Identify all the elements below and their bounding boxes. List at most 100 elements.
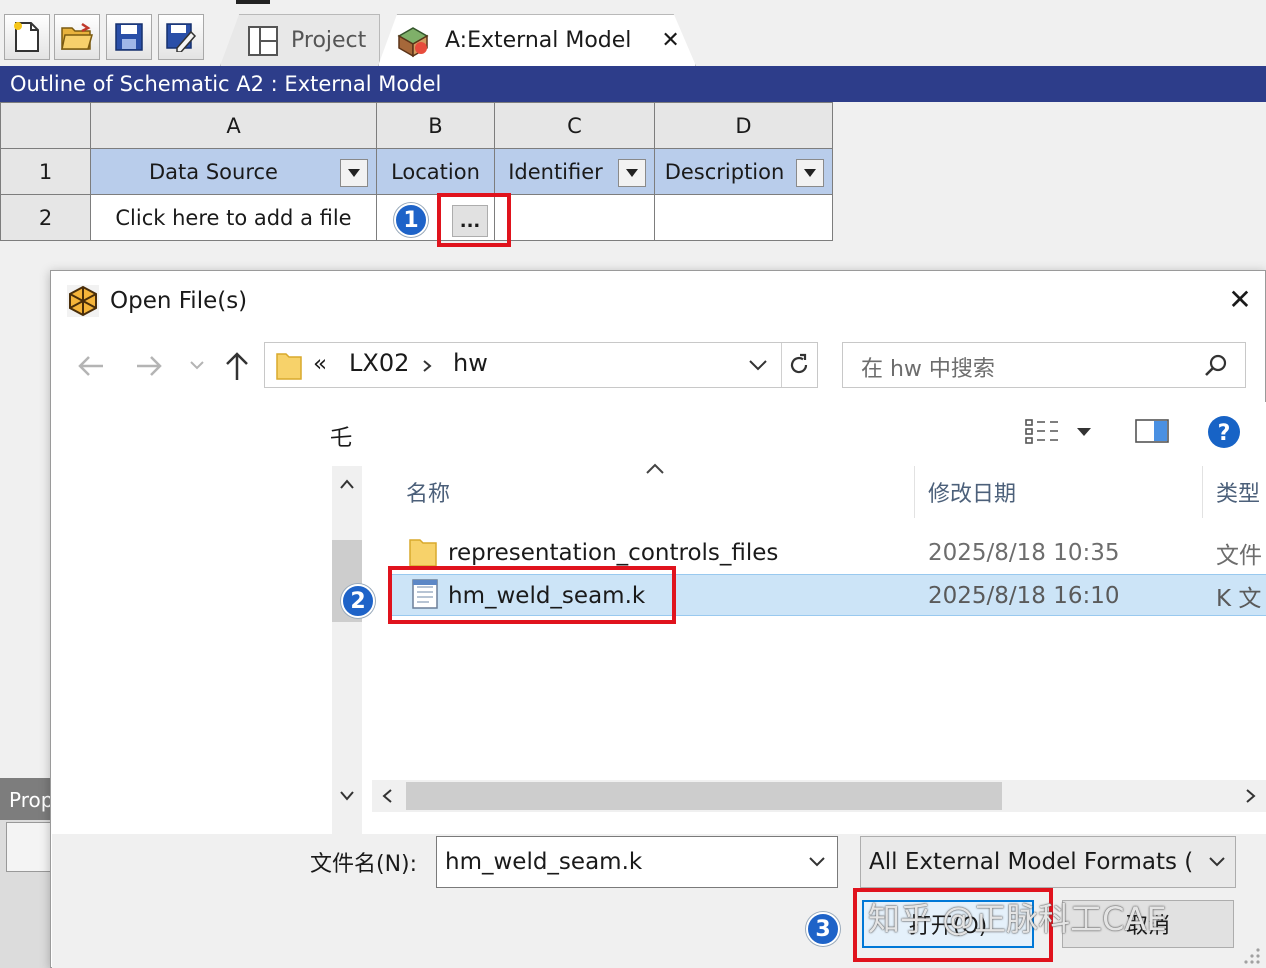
scroll-left-icon[interactable] <box>380 788 394 804</box>
view-details-icon[interactable] <box>1024 418 1060 446</box>
header-cell-data-source: Data Source <box>90 148 377 195</box>
refresh-icon[interactable] <box>786 352 812 378</box>
scroll-up-icon[interactable] <box>339 478 355 490</box>
search-icon[interactable] <box>1203 353 1229 379</box>
file-type: 文件 <box>1216 543 1262 569</box>
filetype-select[interactable]: All External Model Formats ( <box>860 836 1236 888</box>
folder-icon <box>409 539 437 567</box>
outline-title-bar: Outline of Schematic A2 : External Model <box>0 66 1266 102</box>
help-icon[interactable]: ? <box>1206 414 1242 450</box>
save-as-button[interactable] <box>158 14 204 60</box>
properties-panel: Prop <box>0 778 52 968</box>
dropdown-arrow-icon[interactable] <box>618 158 646 187</box>
close-tab-icon[interactable]: ✕ <box>661 28 679 53</box>
outline-title: Outline of Schematic A2 : External Model <box>10 72 442 96</box>
browse-button[interactable]: ... <box>452 205 488 237</box>
new-file-icon <box>14 22 39 52</box>
column-divider <box>1202 466 1203 518</box>
resize-grip-icon[interactable] <box>1240 944 1262 966</box>
nav-partial-label: 乇 <box>330 426 353 451</box>
column-header-name[interactable]: 名称 <box>406 466 914 518</box>
header-data-source: Data Source <box>149 159 278 184</box>
step-badge-2: 2 <box>341 584 375 618</box>
open-folder-icon <box>61 22 93 50</box>
forward-arrow-icon[interactable] <box>134 352 164 380</box>
tab-project-label: Project <box>291 28 367 53</box>
tab-external-model[interactable]: A:External Model ✕ <box>378 14 696 66</box>
breadcrumb-lx02[interactable]: LX02 <box>349 349 409 377</box>
identifier-cell <box>494 194 655 241</box>
svg-text:?: ? <box>1218 421 1231 446</box>
filetype-chevron-icon <box>1209 857 1225 867</box>
row-number: 2 <box>0 194 91 241</box>
navigation-pane[interactable] <box>52 402 332 834</box>
filename-value: hm_weld_seam.k <box>445 849 643 875</box>
properties-field <box>6 822 52 872</box>
properties-panel-title: Prop <box>0 778 52 820</box>
folder-icon <box>276 353 302 380</box>
column-header-b: B <box>376 102 495 149</box>
search-box[interactable]: 在 hw 中搜索 <box>842 342 1246 388</box>
up-arrow-icon[interactable] <box>222 350 252 382</box>
address-prefix: « <box>313 351 328 377</box>
header-location: Location <box>391 159 480 184</box>
vertical-scrollbar[interactable] <box>332 466 362 834</box>
view-options-chevron-icon[interactable] <box>1074 426 1094 438</box>
header-identifier: Identifier <box>508 159 603 184</box>
open-button[interactable] <box>54 14 100 60</box>
column-header-type[interactable]: 类型 <box>1216 466 1266 518</box>
column-divider <box>914 466 915 518</box>
row-number: 1 <box>0 148 91 195</box>
dropdown-arrow-icon[interactable] <box>340 158 368 187</box>
filename-input[interactable]: hm_weld_seam.k <box>436 836 838 888</box>
watermark-text: 知乎 @正脉科工CAE <box>868 900 1167 938</box>
scroll-right-icon[interactable] <box>1244 788 1258 804</box>
highlight-box-file <box>388 566 676 624</box>
description-cell <box>654 194 833 241</box>
save-icon <box>115 23 143 51</box>
filename-label: 文件名(N): <box>310 852 418 877</box>
dialog-title: Open File(s) <box>110 288 248 314</box>
column-type-label: 类型 <box>1216 482 1261 507</box>
filename-history-chevron-icon[interactable] <box>807 855 827 869</box>
scroll-down-icon[interactable] <box>339 790 355 802</box>
header-cell-location: Location <box>376 148 495 195</box>
add-file-cell[interactable]: Click here to add a file <box>90 194 377 241</box>
tab-project[interactable]: Project <box>220 14 380 66</box>
column-header-d: D <box>654 102 833 149</box>
dialog-close-icon[interactable]: ✕ <box>1222 282 1258 318</box>
breadcrumb-hw[interactable]: hw <box>453 349 488 377</box>
column-date-label: 修改日期 <box>928 482 1017 507</box>
address-divider <box>781 343 782 387</box>
recent-locations-chevron-icon[interactable] <box>188 358 206 372</box>
ansys-logo-icon <box>67 285 99 317</box>
toolbar-divider <box>236 0 270 4</box>
file-type: K 文 <box>1216 586 1262 612</box>
breadcrumb-separator-icon <box>423 360 432 372</box>
corner-cell <box>0 102 91 149</box>
toolbar: Project A:External Model ✕ <box>0 0 1266 66</box>
project-schematic-icon <box>248 25 278 56</box>
save-as-icon <box>166 23 197 52</box>
header-cell-identifier: Identifier <box>494 148 655 195</box>
preview-pane-icon[interactable] <box>1134 416 1170 446</box>
step-badge-1: 1 <box>394 203 428 237</box>
external-model-icon <box>397 26 429 57</box>
column-header-date[interactable]: 修改日期 <box>928 466 1202 518</box>
address-history-chevron-icon[interactable] <box>747 357 769 373</box>
column-header-a: A <box>90 102 377 149</box>
horizontal-scrollbar[interactable] <box>372 780 1266 812</box>
address-bar[interactable]: « LX02 hw <box>264 342 818 388</box>
search-placeholder: 在 hw 中搜索 <box>861 357 995 382</box>
dropdown-arrow-icon[interactable] <box>796 158 824 187</box>
header-cell-description: Description <box>654 148 833 195</box>
horizontal-scroll-thumb[interactable] <box>406 782 1002 810</box>
filetype-value: All External Model Formats ( <box>869 849 1194 875</box>
save-button[interactable] <box>106 14 152 60</box>
column-header-c: C <box>494 102 655 149</box>
file-date: 2025/8/18 16:10 <box>928 583 1120 609</box>
new-file-button[interactable] <box>4 14 50 60</box>
tab-external-model-label: A:External Model <box>445 28 632 53</box>
back-arrow-icon[interactable] <box>76 352 106 380</box>
column-name-label: 名称 <box>406 482 451 507</box>
